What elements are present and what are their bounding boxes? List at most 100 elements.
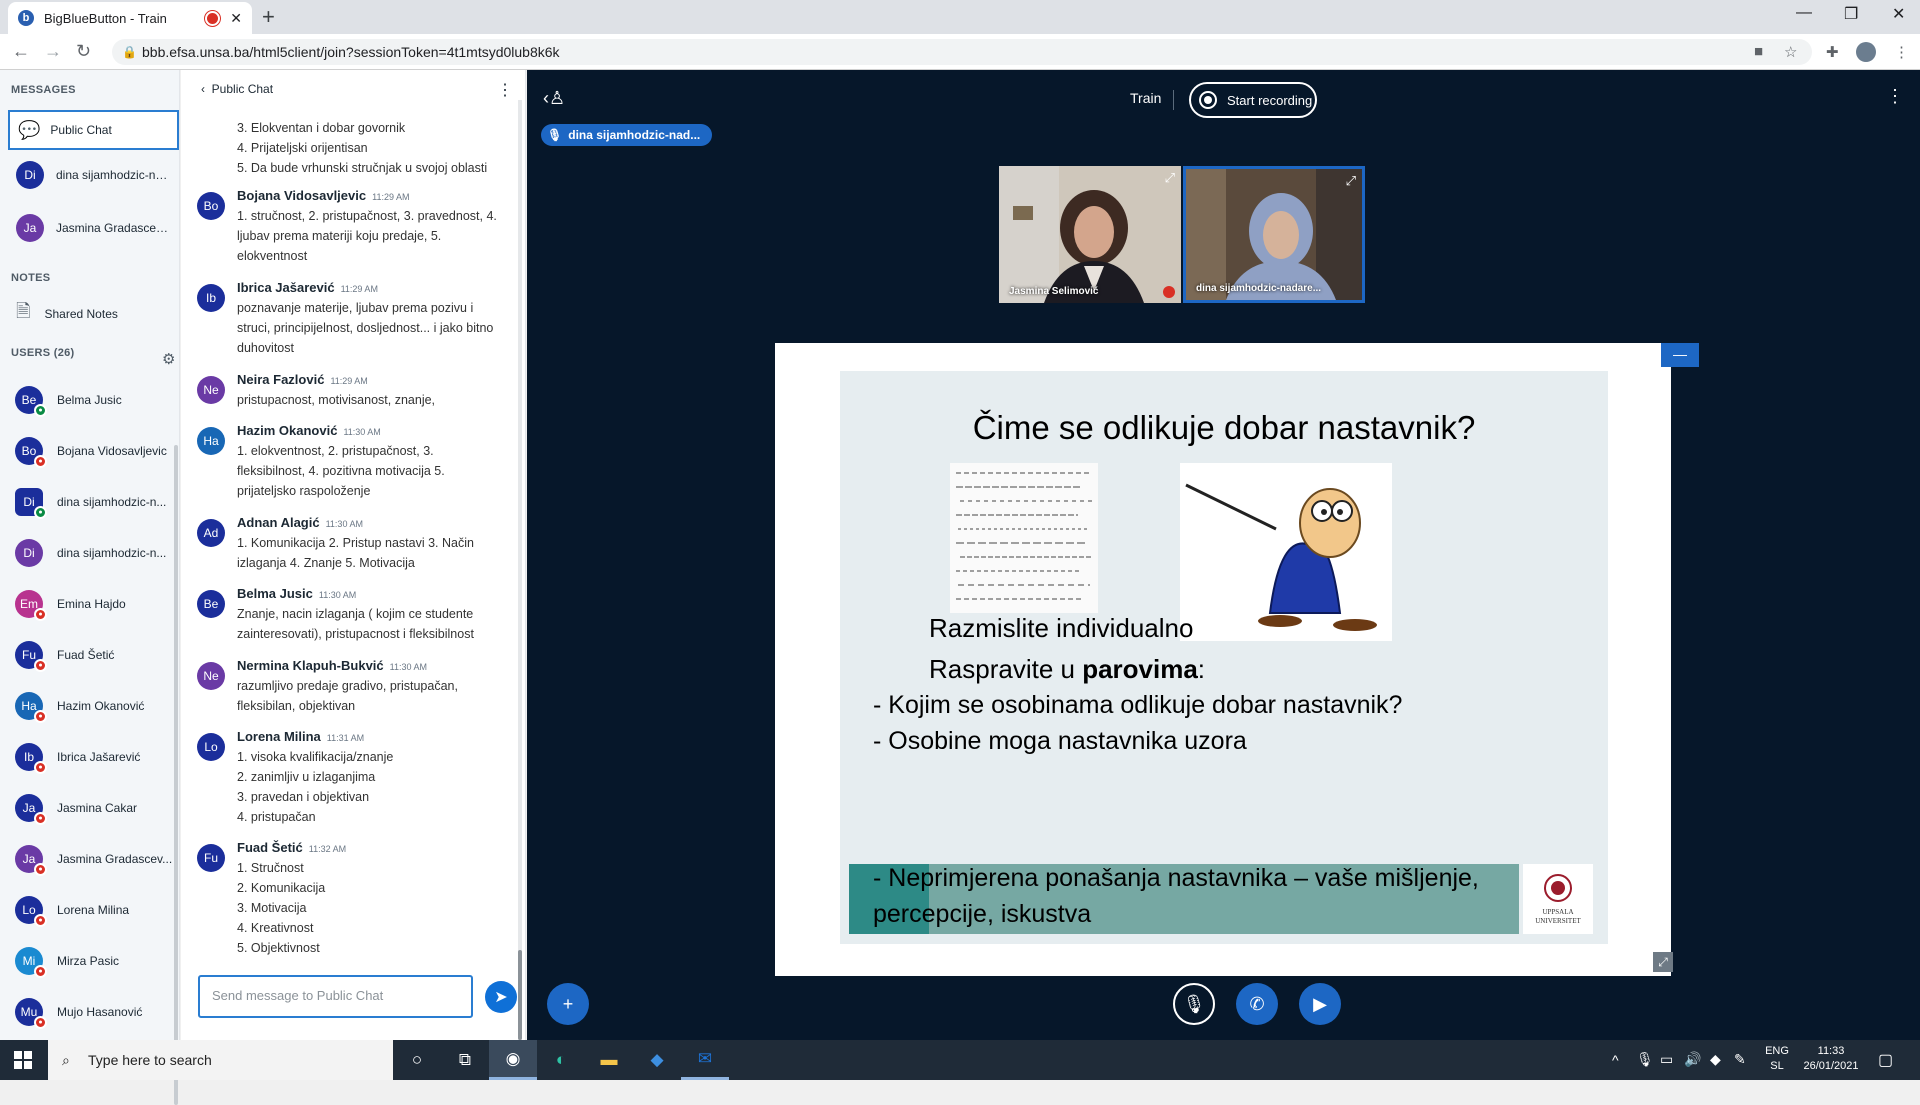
user-settings-gear-icon[interactable]: ⚙	[162, 350, 175, 368]
extensions-icon[interactable]: ✚	[1826, 43, 1839, 61]
reload-icon[interactable]: ↻	[76, 41, 91, 62]
bbb-favicon-icon: b	[18, 10, 34, 26]
avatar: Fu ●	[15, 641, 47, 672]
sender-name: Fuad Šetić	[237, 840, 303, 855]
sender-name: Neira Fazlović	[237, 372, 325, 387]
chat-scrollbar-thumb[interactable]	[518, 950, 522, 1040]
share-webcam-button[interactable]: ▶	[1299, 983, 1341, 1025]
avatar: Ja	[16, 214, 44, 242]
webcam-tile[interactable]: ⤢ Jasmina Selimović	[999, 166, 1181, 303]
actions-plus-button[interactable]: +	[547, 983, 589, 1025]
back-icon[interactable]: ←	[12, 41, 30, 62]
close-window-button[interactable]: ✕	[1892, 4, 1905, 24]
task-view-icon[interactable]: ⧉	[441, 1040, 489, 1080]
chrome-menu-icon[interactable]: ⋮	[1894, 43, 1909, 61]
chrome-taskbar-icon[interactable]: ◉	[489, 1040, 537, 1080]
user-list-item[interactable]: Ha ● Hazim Okanović	[15, 688, 173, 724]
user-list-scrollbar[interactable]	[174, 445, 178, 1105]
slide-bullet-3: - Neprimjerena ponašanja nastavnika – va…	[873, 864, 1479, 892]
user-list-item[interactable]: Di ● dina sijamhodzic-n...	[15, 484, 173, 520]
pen-icon[interactable]: ✎	[1734, 1051, 1746, 1068]
volume-icon[interactable]: 🔊	[1684, 1051, 1701, 1068]
avatar: Bo	[197, 192, 225, 220]
webcam-user-name: dina sijamhodzic-nadare...	[1196, 283, 1322, 294]
sender-name: Belma Jusic	[237, 586, 313, 601]
user-list-item[interactable]: Di dina sijamhodzic-n...	[15, 535, 173, 571]
edge-taskbar-icon[interactable]: ◐	[537, 1040, 585, 1080]
network-icon[interactable]: ▭	[1660, 1051, 1673, 1068]
shared-notes-item[interactable]: 🗎 Shared Notes	[8, 293, 180, 335]
message-text: 1. Komunikacija 2. Pristup nastavi 3. Na…	[237, 536, 474, 570]
talking-indicator[interactable]: 🎙 dina sijamhodzic-nad...	[541, 124, 713, 146]
minimize-window-button[interactable]: —	[1796, 4, 1812, 22]
private-chat-item[interactable]: Di dina sijamhodzic-na...	[8, 154, 180, 196]
minimize-presentation-button[interactable]: —	[1661, 343, 1699, 367]
message-time: 11:29 AM	[340, 284, 378, 294]
user-list-item[interactable]: Lo ● Lorena Milina	[15, 892, 173, 928]
mute-microphone-button[interactable]: 🎙	[1173, 983, 1215, 1025]
send-message-button[interactable]: ➤	[485, 981, 517, 1013]
user-list-item[interactable]: Ja ● Jasmina Gradascev...	[15, 841, 173, 877]
browser-tab[interactable]: b BigBlueButton - Train ✕	[8, 2, 252, 34]
fullscreen-icon[interactable]: ⤢	[1165, 170, 1175, 186]
avatar: Di	[15, 539, 43, 567]
start-recording-button[interactable]: Start recording	[1189, 82, 1317, 118]
webcam-feed-image	[1186, 169, 1362, 300]
public-chat-item[interactable]: 💬 Public Chat	[8, 110, 179, 150]
chat-scrollbar[interactable]	[518, 100, 522, 1040]
fullscreen-icon[interactable]: ⤢	[1346, 173, 1356, 189]
presentation-slide[interactable]: Čime se odlikuje dobar nastavnik? Razmis…	[775, 343, 1671, 976]
sender-name: Bojana Vidosavljevic	[237, 188, 367, 203]
address-bar[interactable]: 🔒 bbb.efsa.unsa.ba/html5client/join?sess…	[112, 39, 1812, 65]
message-text: 1. stručnost, 2. pristupačnost, 3. prave…	[237, 209, 497, 263]
url-text: bbb.efsa.unsa.ba/html5client/join?sessio…	[142, 44, 560, 60]
user-list-item[interactable]: Be ● Belma Jusic	[15, 382, 173, 418]
teacher-cartoon-image	[1180, 463, 1392, 641]
close-tab-icon[interactable]: ✕	[230, 10, 242, 27]
forward-icon[interactable]: →	[44, 41, 62, 62]
profile-avatar[interactable]	[1856, 42, 1876, 62]
user-list-item[interactable]: Mu ● Mujo Hasanović	[15, 994, 173, 1030]
restore-window-button[interactable]: ❐	[1844, 4, 1858, 24]
file-explorer-icon[interactable]: ▬	[585, 1040, 633, 1080]
fullscreen-presentation-icon[interactable]: ⤢	[1653, 952, 1673, 972]
new-tab-button[interactable]: +	[262, 4, 275, 30]
windows-start-icon[interactable]	[14, 1051, 32, 1069]
user-name: Emina Hajdo	[57, 597, 126, 611]
toggle-userlist-icon[interactable]: ‹♙	[543, 88, 565, 109]
cortana-icon[interactable]: ○	[393, 1040, 441, 1080]
user-list-item[interactable]: Fu ● Fuad Šetić	[15, 637, 173, 673]
tray-expand-icon[interactable]: ^	[1612, 1052, 1619, 1068]
avatar: Lo ●	[15, 896, 47, 927]
user-list-item[interactable]: Ib ● Ibrica Jašarević	[15, 739, 173, 775]
taskbar-search[interactable]: ⌕ Type here to search	[48, 1040, 393, 1080]
webcam-tile[interactable]: ⤢ dina sijamhodzic-nadare...	[1183, 166, 1365, 303]
user-name: dina sijamhodzic-n...	[57, 495, 167, 509]
camera-permission-icon[interactable]: ■	[1754, 43, 1763, 60]
dropbox-tray-icon[interactable]: ◆	[1710, 1051, 1721, 1068]
outlook-icon[interactable]: ✉	[681, 1040, 729, 1080]
options-menu-icon[interactable]: ⋮	[1886, 86, 1904, 107]
message-text: Znanje, nacin izlaganja ( kojim ce stude…	[237, 607, 474, 641]
user-list-panel: MESSAGES 💬 Public Chat Di dina sijamhodz…	[0, 70, 180, 1105]
notifications-icon[interactable]: ▢	[1878, 1050, 1893, 1070]
private-chat-item[interactable]: Ja Jasmina Gradascevic...	[8, 207, 180, 249]
dropbox-icon[interactable]: ◆	[633, 1040, 681, 1080]
sender-name: Hazim Okanović	[237, 423, 338, 438]
language-indicator[interactable]: ENG SL	[1762, 1045, 1792, 1072]
leave-audio-button[interactable]: ✆	[1236, 983, 1278, 1025]
mic-on-icon: ●	[34, 404, 47, 417]
user-list-item[interactable]: Mi ● Mirza Pasic	[15, 943, 173, 979]
phone-icon: ✆	[1249, 993, 1265, 1014]
avatar: Ja ●	[15, 794, 47, 825]
user-list-item[interactable]: Bo ● Bojana Vidosavljevic	[15, 433, 173, 469]
clock[interactable]: 11:33 26/01/2021	[1796, 1045, 1866, 1072]
user-list-item[interactable]: Em ● Emina Hajdo	[15, 586, 173, 622]
tray-microphone-icon[interactable]: 🎙	[1636, 1051, 1654, 1068]
chat-header[interactable]: ‹ Public Chat	[201, 82, 273, 96]
chat-message-input[interactable]: Send message to Public Chat	[198, 975, 473, 1018]
user-list-item[interactable]: Ja ● Jasmina Cakar	[15, 790, 173, 826]
bookmark-star-icon[interactable]: ☆	[1784, 43, 1797, 61]
avatar: Ne	[197, 376, 225, 404]
chat-options-icon[interactable]: ⋮	[497, 80, 513, 100]
